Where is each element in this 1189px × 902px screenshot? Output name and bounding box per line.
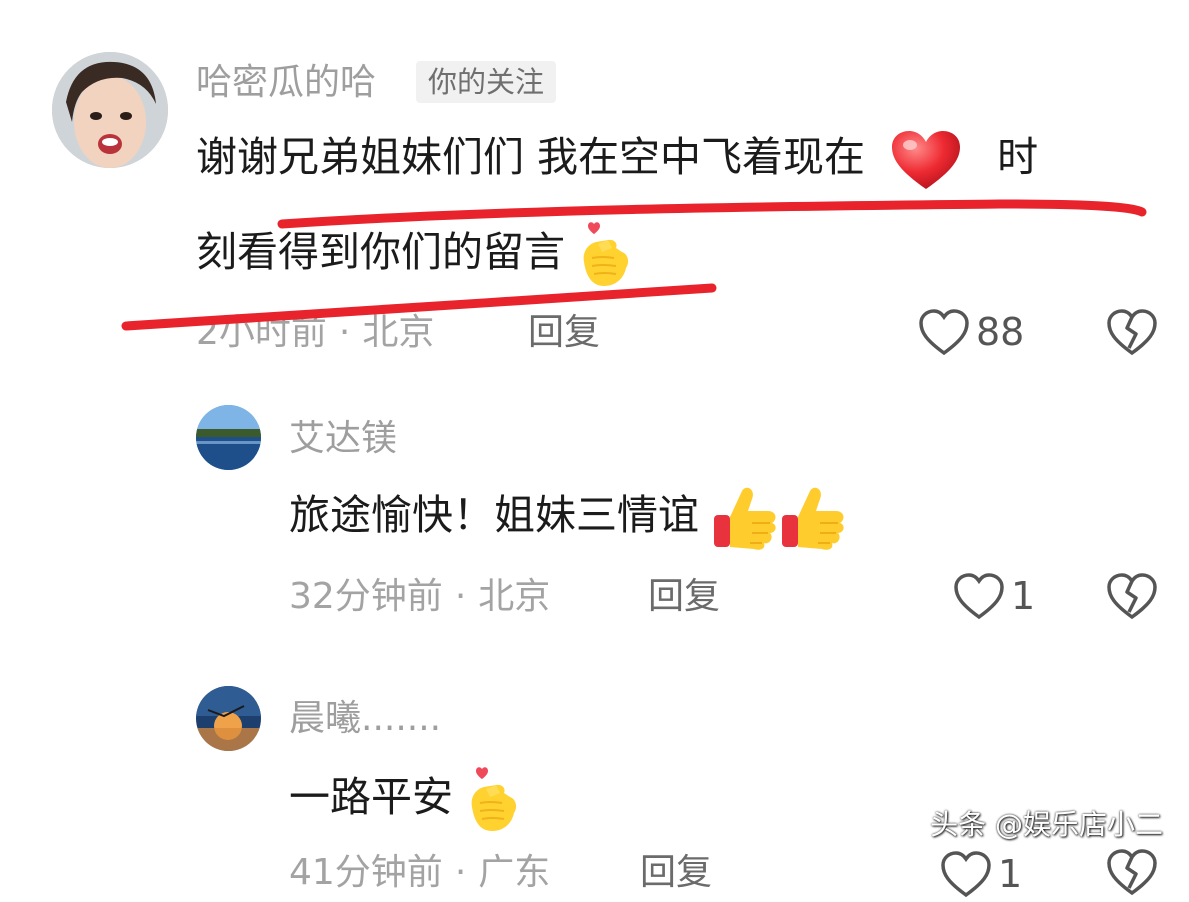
comment-meta: 41分钟前 · 广东 <box>289 846 550 900</box>
comment-content-line: 刻看得到你们的留言 <box>196 221 1038 288</box>
reply-button[interactable]: 回复 <box>648 570 720 624</box>
comment-time: 32分钟前 <box>289 576 443 617</box>
username[interactable]: 晨曦....... <box>289 694 441 744</box>
dislike-button[interactable] <box>1106 848 1158 896</box>
comment-location: 北京 <box>362 312 435 353</box>
comment-content-line: 旅途愉快！姐妹三情谊 <box>289 482 848 551</box>
comment-time: 2小时前 <box>196 312 327 353</box>
comment-content: 一路平安 <box>289 764 520 833</box>
reply-button[interactable]: 回复 <box>640 846 712 900</box>
broken-heart-icon <box>1106 848 1158 896</box>
heart-outline-icon <box>918 308 970 356</box>
avatar[interactable] <box>196 686 261 751</box>
comment-meta: 2小时前 · 北京 <box>196 306 434 360</box>
comment-content-line: 一路平安 <box>289 764 520 833</box>
thumbs-up-emoji <box>712 485 780 551</box>
dislike-button[interactable] <box>1106 308 1158 356</box>
follow-badge: 你的关注 <box>416 61 557 103</box>
comment-text: 谢谢兄弟姐妹们们 我在空中飞着现在 <box>196 133 866 181</box>
like-count: 1 <box>1011 574 1036 618</box>
username[interactable]: 哈密瓜的哈 <box>196 58 376 108</box>
finger-heart-emoji <box>466 767 520 833</box>
heart-outline-icon <box>953 572 1005 620</box>
avatar[interactable] <box>52 52 168 168</box>
broken-heart-icon <box>1106 572 1158 620</box>
comment-location: 北京 <box>478 576 551 617</box>
reply-button[interactable]: 回复 <box>528 306 600 360</box>
comment-content: 旅途愉快！姐妹三情谊 <box>289 482 848 551</box>
broken-heart-icon <box>1106 308 1158 356</box>
like-button[interactable]: 1 <box>953 568 1035 624</box>
comment-text: 旅途愉快！姐妹三情谊 <box>289 491 699 539</box>
comment-time: 41分钟前 <box>289 852 443 893</box>
comment-text: 一路平安 <box>289 773 453 821</box>
avatar[interactable] <box>196 405 261 470</box>
comment-text: 刻看得到你们的留言 <box>196 228 565 276</box>
finger-heart-emoji <box>578 222 632 288</box>
thumbs-up-emoji <box>780 485 848 551</box>
comment-content: 谢谢兄弟姐妹们们 我在空中飞着现在 时 刻看得到你们的留言 <box>196 126 1038 288</box>
separator-dot: · <box>454 852 467 893</box>
like-count: 88 <box>976 310 1025 354</box>
like-button[interactable]: 1 <box>940 846 1022 902</box>
comment-content-line: 谢谢兄弟姐妹们们 我在空中飞着现在 时 <box>196 126 1038 191</box>
dislike-button[interactable] <box>1106 572 1158 620</box>
like-button[interactable]: 88 <box>918 304 1024 360</box>
comment-meta: 32分钟前 · 北京 <box>289 570 550 624</box>
red-heart-emoji <box>890 129 962 191</box>
comment-location: 广东 <box>478 852 551 893</box>
like-count: 1 <box>998 852 1023 896</box>
comment-text: 时 <box>997 133 1039 181</box>
heart-outline-icon <box>940 850 992 898</box>
username[interactable]: 艾达镁 <box>289 414 397 464</box>
separator-dot: · <box>338 312 351 353</box>
separator-dot: · <box>454 576 467 617</box>
watermark: 头条 @娱乐店小二 <box>930 808 1163 841</box>
